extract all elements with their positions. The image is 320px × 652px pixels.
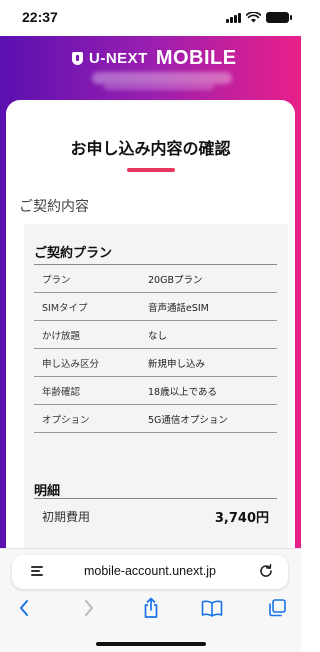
- browser-toolbar: [0, 593, 301, 625]
- initial-fee-label: 初期費用: [42, 510, 91, 524]
- table-row: オプション 5G通信オプション: [34, 405, 277, 433]
- signal-icon: [226, 12, 241, 23]
- wifi-icon: [246, 12, 261, 23]
- plan-table: プラン 20GBプラン SIMタイプ 音声通話eSIM かけ放題 なし 申し込み…: [34, 264, 277, 433]
- battery-icon: [266, 12, 292, 23]
- table-row: 申し込み区分 新規申し込み: [34, 349, 277, 377]
- initial-fee-row: 初期費用 3,740円: [34, 498, 277, 534]
- home-indicator: [96, 642, 206, 646]
- brand-product: MOBILE: [155, 47, 237, 69]
- forward-icon: [85, 600, 93, 616]
- forward-button[interactable]: [76, 596, 102, 620]
- brand-name: U-NEXT: [89, 50, 148, 67]
- url-text[interactable]: mobile-account.unext.jp: [12, 564, 288, 578]
- status-icons: [226, 12, 292, 23]
- blurred-banner: [92, 72, 232, 84]
- contract-panel: ご契約プラン プラン 20GBプラン SIMタイプ 音声通話eSIM かけ放題 …: [24, 224, 288, 570]
- plan-title: ご契約プラン: [34, 246, 113, 261]
- initial-fee-value: 3,740円: [214, 511, 269, 526]
- row-key: SIMタイプ: [42, 302, 88, 314]
- title-underline: [127, 168, 175, 172]
- brand-shield-icon: [72, 52, 83, 65]
- back-button[interactable]: [11, 596, 37, 620]
- row-key: プラン: [42, 274, 71, 286]
- details-title: 明細: [34, 484, 61, 499]
- row-value: 20GBプラン: [148, 274, 203, 286]
- section-title: ご契約内容: [19, 199, 89, 215]
- back-icon: [20, 600, 28, 616]
- row-key: 年齢確認: [42, 386, 81, 398]
- row-value: 5G通信オプション: [148, 414, 228, 426]
- reload-icon[interactable]: [258, 563, 274, 579]
- bookmarks-icon: [201, 600, 223, 617]
- status-time: 22:37: [22, 9, 58, 25]
- row-value: 18歳以上である: [148, 386, 217, 398]
- table-row: プラン 20GBプラン: [34, 265, 277, 293]
- row-value: 新規申し込み: [148, 358, 206, 370]
- table-row: 年齢確認 18歳以上である: [34, 377, 277, 405]
- blurred-banner-sub: [104, 84, 214, 90]
- bookmarks-button[interactable]: [199, 596, 225, 620]
- table-row: SIMタイプ 音声通話eSIM: [34, 293, 277, 321]
- tabs-icon: [269, 599, 286, 617]
- row-key: 申し込み区分: [42, 358, 100, 370]
- page-title: お申し込み内容の確認: [70, 139, 231, 158]
- row-value: なし: [148, 330, 168, 342]
- status-bar: 22:37: [0, 0, 301, 36]
- row-key: かけ放題: [42, 330, 81, 342]
- browser-bar: mobile-account.unext.jp: [0, 548, 301, 652]
- tabs-button[interactable]: [264, 596, 290, 620]
- row-value: 音声通話eSIM: [148, 302, 209, 314]
- address-bar[interactable]: mobile-account.unext.jp: [12, 555, 288, 589]
- table-row: かけ放題 なし: [34, 321, 277, 349]
- share-button[interactable]: [138, 596, 164, 620]
- row-key: オプション: [42, 414, 90, 426]
- confirmation-card: お申し込み内容の確認 ご契約内容 ご契約プラン プラン 20GBプラン SIMタ…: [6, 100, 295, 570]
- share-icon: [144, 597, 158, 618]
- brand-logo: U-NEXT MOBILE: [72, 47, 237, 70]
